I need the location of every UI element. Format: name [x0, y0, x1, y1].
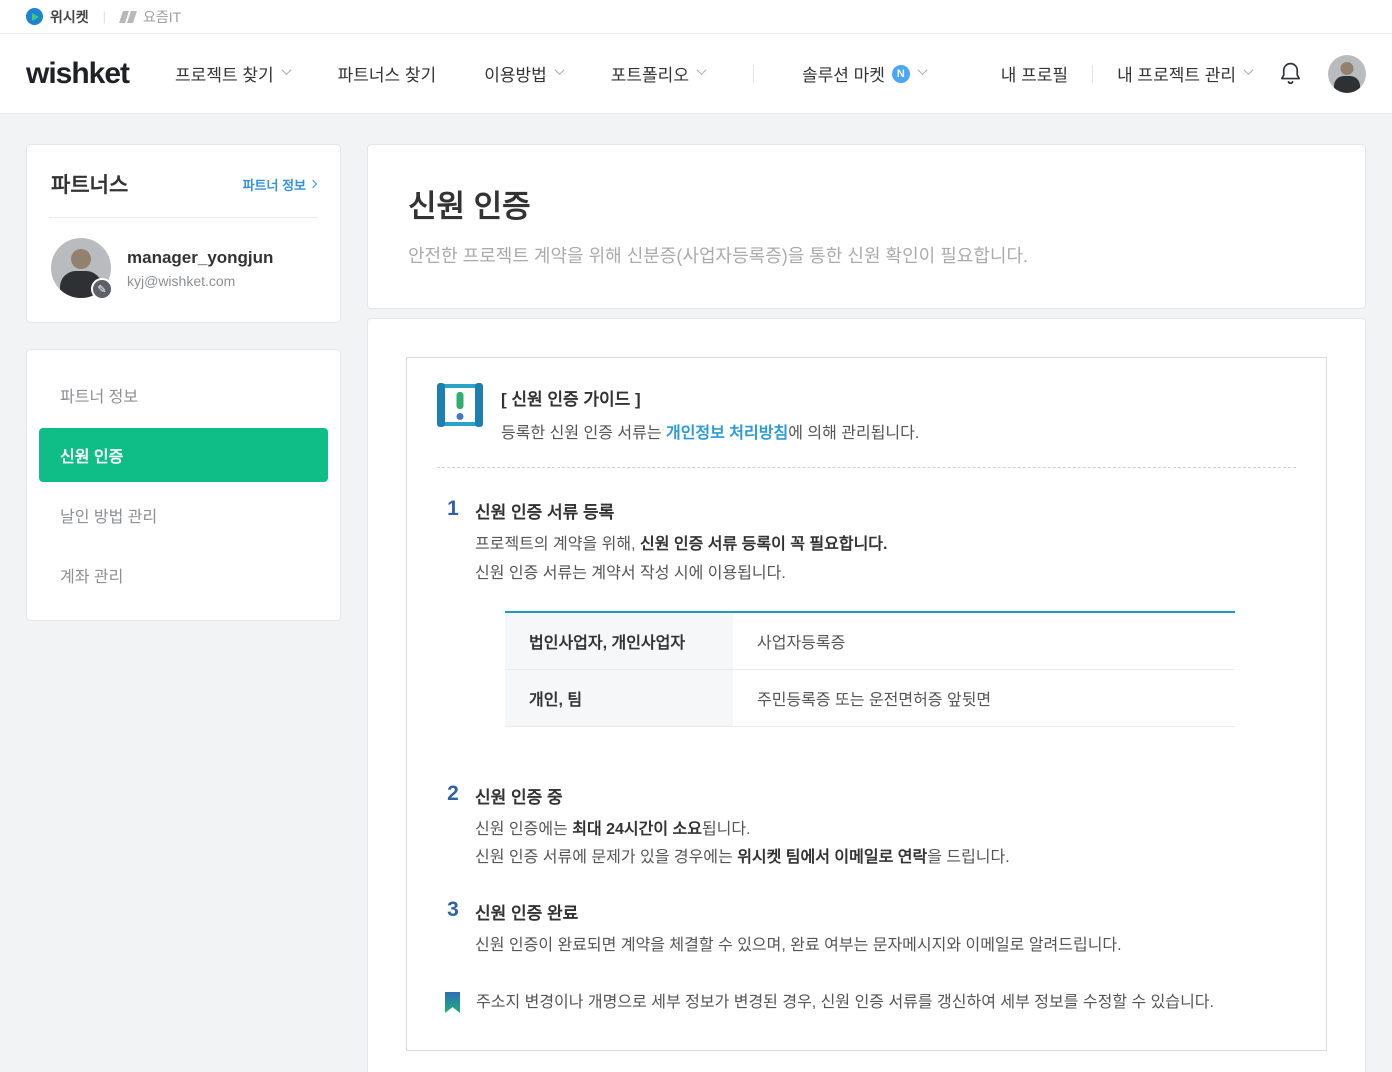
- step-text-bold: 신원 인증 서류 등록이 꼭 필요합니다.: [640, 536, 887, 553]
- nav-item-solution-market[interactable]: 솔루션 마켓 N: [802, 61, 926, 86]
- page-title: 신원 인증: [408, 181, 1325, 226]
- nav-item-label: 이용방법: [484, 61, 547, 86]
- utility-wishket-label: 위시켓: [50, 7, 89, 27]
- utility-separator: |: [103, 9, 106, 24]
- guide-intro-pre: 등록한 신원 인증 서류는: [501, 425, 666, 442]
- chevron-down-icon: [281, 65, 291, 75]
- utility-wishket-link[interactable]: 위시켓: [26, 7, 89, 27]
- step-text: 신원 인증에는: [475, 821, 572, 838]
- notification-bell-icon[interactable]: [1276, 60, 1304, 88]
- table-row: 개인, 팀 주민등록증 또는 운전면허증 앞뒷면: [505, 669, 1235, 726]
- nav-right: 내 프로필 내 프로젝트 관리: [1001, 55, 1366, 93]
- guide-step-1: 1 신원 인증 서류 등록 프로젝트의 계약을 위해, 신원 인증 서류 등록이…: [437, 496, 1296, 757]
- nav-item-label: 솔루션 마켓: [802, 61, 885, 86]
- user-name: manager_yongjun: [127, 248, 273, 268]
- step-text: 을 드립니다.: [927, 849, 1010, 866]
- chevron-right-icon: [309, 180, 317, 188]
- divider: [49, 217, 318, 218]
- step-text-bold: 최대 24시간이 소요: [572, 821, 702, 838]
- guide-step-3: 3 신원 인증 완료 신원 인증이 완료되면 계약을 체결할 수 있으며, 완료…: [437, 897, 1296, 961]
- chevron-down-icon: [554, 65, 564, 75]
- step-number: 3: [445, 897, 461, 961]
- wishket-logo[interactable]: wishket: [26, 57, 129, 91]
- step-line: 신원 인증에는 최대 24시간이 소요됩니다. 신원 인증 서류에 문제가 있을…: [475, 816, 1010, 874]
- nav-item-find-projects[interactable]: 프로젝트 찾기: [175, 61, 290, 86]
- verification-guide-box: [ 신원 인증 가이드 ] 등록한 신원 인증 서류는 개인정보 처리방침에 의…: [406, 357, 1327, 1051]
- step-text: 신원 인증 서류에 문제가 있을 경우에는: [475, 849, 737, 866]
- edit-avatar-icon[interactable]: ✎: [91, 278, 113, 300]
- chevron-down-icon: [1244, 65, 1254, 75]
- step-text: 됩니다.: [702, 821, 751, 838]
- step-title: 신원 인증 완료: [475, 897, 1122, 924]
- wishket-circle-icon: [26, 8, 43, 25]
- guide-intro: 등록한 신원 인증 서류는 개인정보 처리방침에 의해 관리됩니다.: [501, 419, 919, 443]
- partner-profile-card: 파트너스 파트너 정보 ✎ manager_yongjun kyj@wishke…: [26, 144, 341, 323]
- nav-item-label: 내 프로필: [1001, 61, 1068, 86]
- sidebar-item-partner-info[interactable]: 파트너 정보: [39, 368, 328, 422]
- nav-item-label: 포트폴리오: [611, 61, 689, 86]
- page-subtitle: 안전한 프로젝트 계약을 위해 신분증(사업자등록증)을 통한 신원 확인이 필…: [408, 242, 1325, 268]
- guide-intro-post: 에 의해 관리됩니다.: [788, 425, 919, 442]
- sidebar: 파트너스 파트너 정보 ✎ manager_yongjun kyj@wishke…: [26, 144, 341, 621]
- table-row-label: 법인사업자, 개인사업자: [505, 612, 733, 670]
- partner-info-link-label: 파트너 정보: [243, 175, 306, 194]
- main-navigation: wishket 프로젝트 찾기 파트너스 찾기 이용방법 포트폴리오 솔루션 마…: [0, 34, 1392, 114]
- nav-item-label: 파트너스 찾기: [338, 61, 437, 86]
- step-number: 2: [445, 781, 461, 874]
- sidebar-menu: 파트너 정보 신원 인증 날인 방법 관리 계좌 관리: [26, 349, 341, 621]
- user-avatar[interactable]: [1328, 55, 1366, 93]
- table-row-value: 주민등록증 또는 운전면허증 앞뒷면: [733, 669, 1235, 726]
- guide-step-2: 2 신원 인증 중 신원 인증에는 최대 24시간이 소요됩니다. 신원 인증 …: [437, 781, 1296, 874]
- guide-note: 주소지 변경이나 개명으로 세부 정보가 변경된 경우, 신원 인증 서류를 갱…: [437, 989, 1296, 1018]
- new-badge: N: [892, 65, 910, 83]
- partner-info-link[interactable]: 파트너 정보: [243, 175, 316, 194]
- main-column: 신원 인증 안전한 프로젝트 계약을 위해 신분증(사업자등록증)을 통한 신원…: [367, 144, 1366, 1072]
- utility-yozm-label: 요즘IT: [143, 7, 181, 27]
- sidebar-title: 파트너스: [51, 169, 128, 199]
- nav-menu: 프로젝트 찾기 파트너스 찾기 이용방법 포트폴리오 솔루션 마켓 N: [175, 61, 926, 86]
- nav-separator: [753, 65, 754, 83]
- privacy-policy-link[interactable]: 개인정보 처리방침: [666, 425, 788, 442]
- step-title: 신원 인증 중: [475, 781, 1010, 808]
- step-text-bold: 위시켓 팀에서 이메일로 연락: [737, 849, 927, 866]
- sidebar-item-account-management[interactable]: 계좌 관리: [39, 548, 328, 602]
- bookmark-icon: [445, 992, 460, 1013]
- step-number: 1: [445, 496, 461, 757]
- chevron-down-icon: [917, 65, 927, 75]
- document-type-table: 법인사업자, 개인사업자 사업자등록증 개인, 팀 주민등록증 또는 운전면허증…: [505, 611, 1235, 727]
- dashed-divider: [437, 467, 1296, 468]
- content-area: 파트너스 파트너 정보 ✎ manager_yongjun kyj@wishke…: [0, 114, 1392, 1072]
- sidebar-item-seal-management[interactable]: 날인 방법 관리: [39, 488, 328, 542]
- nav-item-how-to-use[interactable]: 이용방법: [484, 61, 563, 86]
- utility-yozm-link[interactable]: 요즘IT: [120, 7, 181, 27]
- guide-note-text: 주소지 변경이나 개명으로 세부 정보가 변경된 경우, 신원 인증 서류를 갱…: [476, 989, 1214, 1018]
- step-line: 프로젝트의 계약을 위해, 신원 인증 서류 등록이 꼭 필요합니다. 신원 인…: [475, 531, 1235, 589]
- step-text: 프로젝트의 계약을 위해,: [475, 536, 640, 553]
- nav-item-my-project-management[interactable]: 내 프로젝트 관리: [1117, 61, 1252, 86]
- step-text: 신원 인증 서류는 계약서 작성 시에 이용됩니다.: [475, 565, 786, 582]
- nav-item-label: 내 프로젝트 관리: [1117, 61, 1236, 86]
- chevron-down-icon: [697, 65, 707, 75]
- page-body-card: [ 신원 인증 가이드 ] 등록한 신원 인증 서류는 개인정보 처리방침에 의…: [367, 318, 1366, 1072]
- alert-scroll-icon: [437, 384, 483, 426]
- step-title: 신원 인증 서류 등록: [475, 496, 1235, 523]
- table-row-label: 개인, 팀: [505, 669, 733, 726]
- guide-title: [ 신원 인증 가이드 ]: [501, 384, 919, 410]
- step-line: 신원 인증이 완료되면 계약을 체결할 수 있으며, 완료 여부는 문자메시지와…: [475, 932, 1122, 961]
- nav-item-portfolio[interactable]: 포트폴리오: [611, 61, 705, 86]
- nav-separator: [1092, 65, 1093, 83]
- page-header-card: 신원 인증 안전한 프로젝트 계약을 위해 신분증(사업자등록증)을 통한 신원…: [367, 144, 1366, 309]
- nav-item-label: 프로젝트 찾기: [175, 61, 274, 86]
- user-email: kyj@wishket.com: [127, 273, 273, 289]
- yozm-it-icon: [120, 11, 136, 23]
- table-row: 법인사업자, 개인사업자 사업자등록증: [505, 612, 1235, 670]
- nav-item-find-partners[interactable]: 파트너스 찾기: [338, 61, 437, 86]
- nav-item-my-profile[interactable]: 내 프로필: [1001, 61, 1068, 86]
- table-row-value: 사업자등록증: [733, 612, 1235, 670]
- sidebar-item-identity-verification[interactable]: 신원 인증: [39, 428, 328, 482]
- utility-bar: 위시켓 | 요즘IT: [0, 0, 1392, 34]
